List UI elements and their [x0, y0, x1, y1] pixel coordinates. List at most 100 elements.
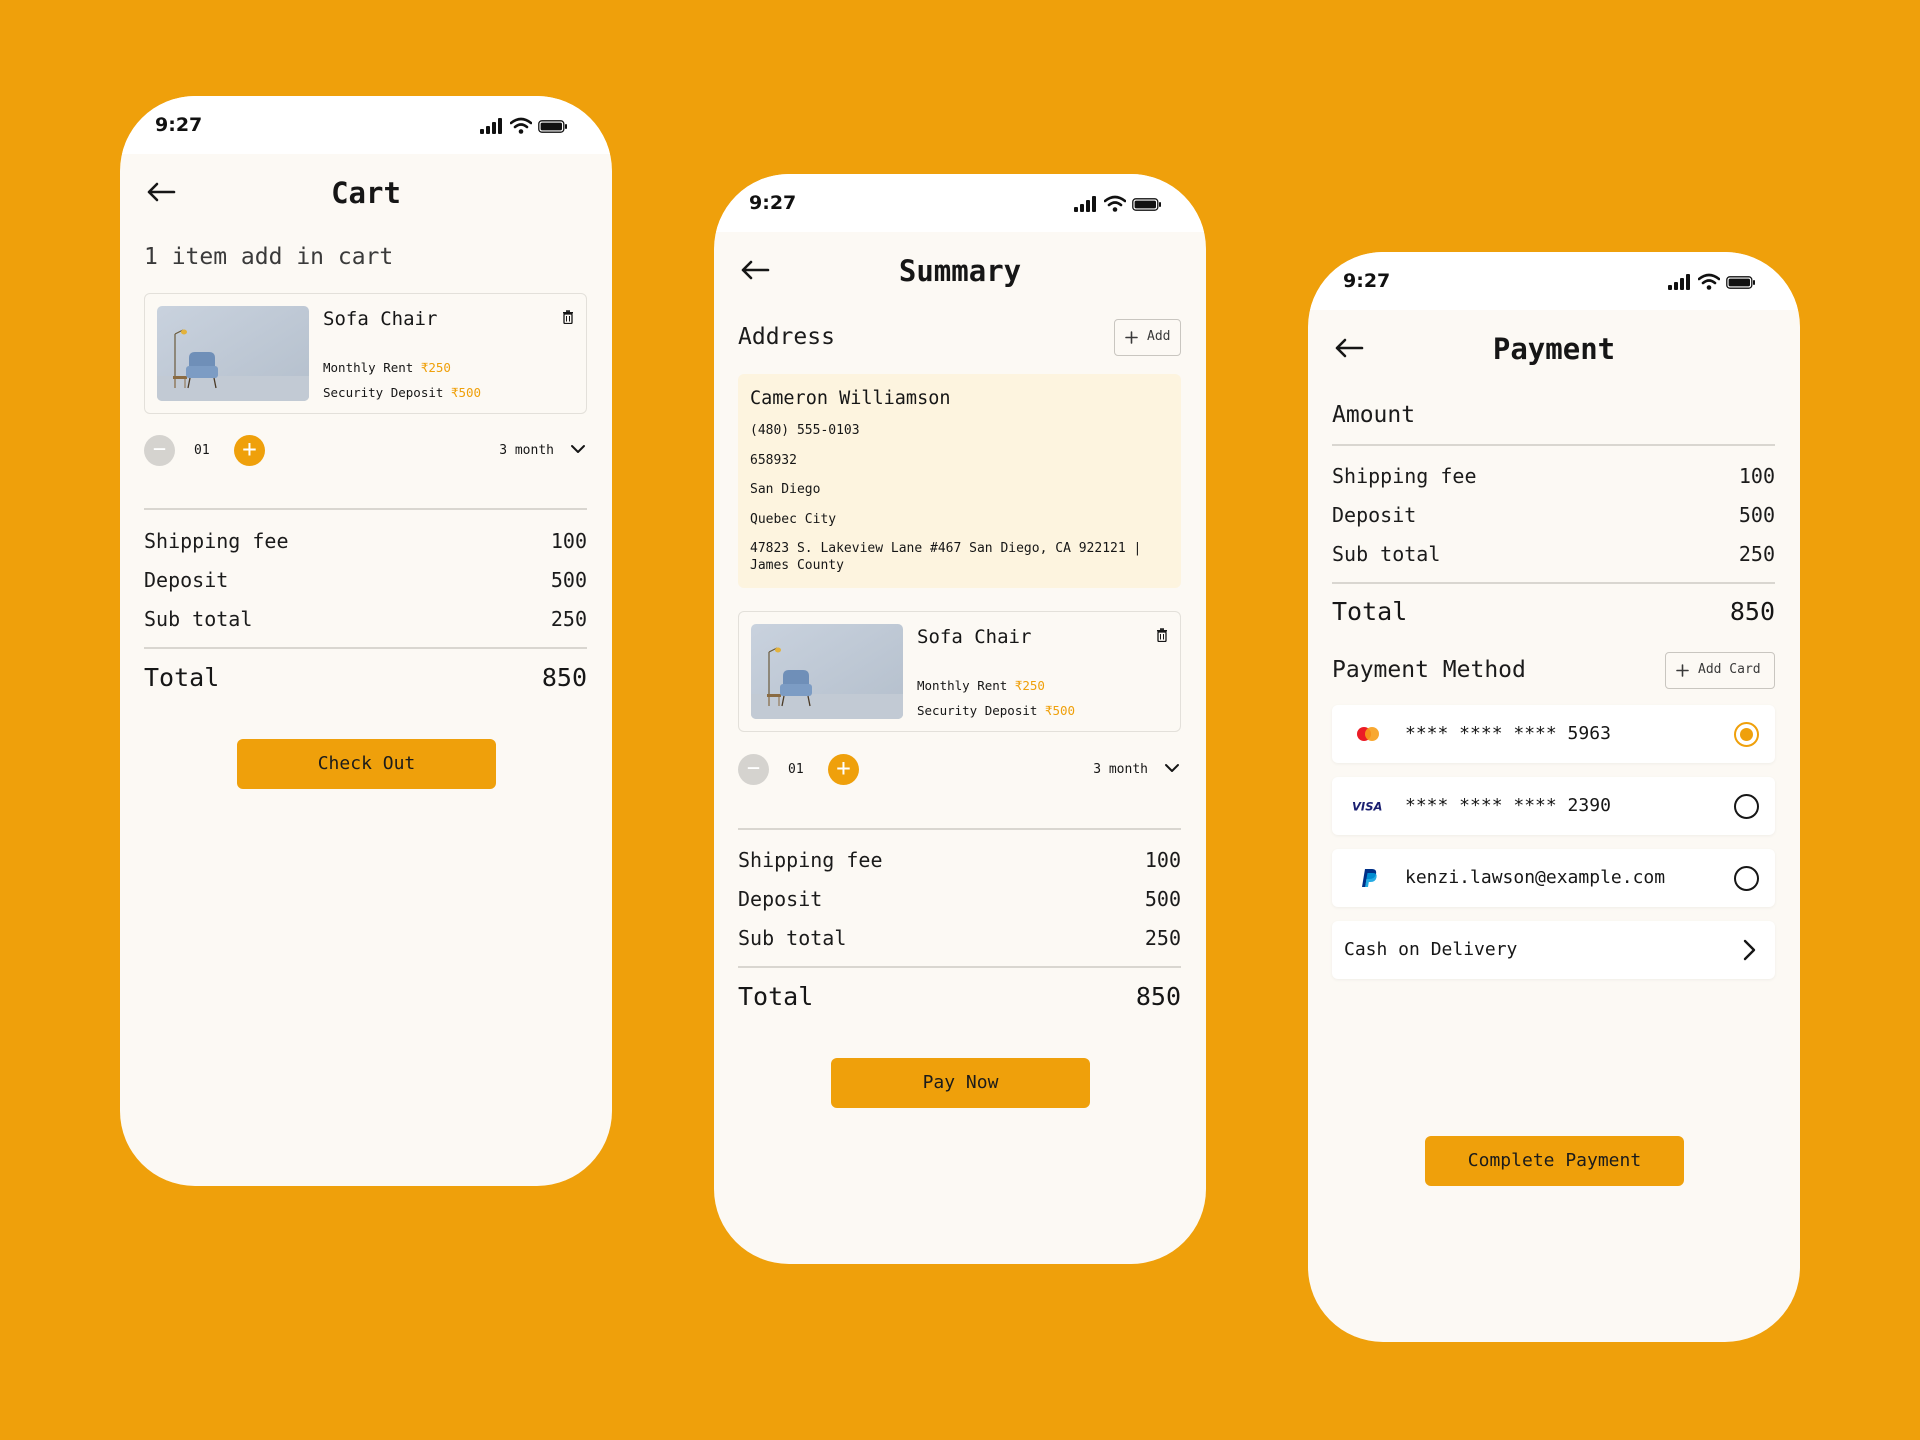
total-label: Total — [738, 982, 814, 1011]
monthly-rent-price: ₹250 — [1014, 678, 1045, 693]
subtotal-value: 250 — [1738, 542, 1775, 566]
signal-icon — [480, 118, 502, 134]
address-region: Quebec City — [750, 512, 837, 527]
amount-heading: Amount — [1332, 402, 1416, 428]
add-address-button[interactable]: Add — [1114, 319, 1181, 356]
battery-icon — [1132, 198, 1161, 211]
total-value: 850 — [1729, 597, 1775, 626]
address-full: 47823 S. Lakeview Lane #467 San Diego, C… — [750, 541, 1142, 573]
status-time: 9:27 — [1343, 270, 1391, 292]
deposit-label: Deposit — [738, 887, 823, 911]
plus-icon — [1125, 331, 1138, 344]
product-image — [751, 624, 903, 719]
visa-icon: VISA — [1352, 799, 1383, 813]
product-name: Sofa Chair — [917, 626, 1032, 648]
duration-select[interactable]: 3 month — [430, 436, 590, 466]
status-icons — [1074, 195, 1174, 212]
mastercard-icon — [1357, 727, 1379, 741]
decrease-quantity-button[interactable]: − — [738, 754, 769, 785]
battery-icon — [538, 120, 567, 133]
plus-icon — [1676, 664, 1689, 677]
address-heading: Address — [738, 324, 835, 350]
duration-value: 3 month — [1093, 762, 1148, 777]
card-number: **** **** **** 2390 — [1405, 795, 1611, 816]
payment-screen: 9:27 Payment Amount Shipping fee 100 Dep… — [1308, 252, 1800, 1342]
total-label: Total — [1332, 597, 1408, 626]
payment-option-mastercard[interactable]: **** **** **** 5963 — [1332, 705, 1775, 763]
monthly-rent-price: ₹250 — [420, 360, 451, 375]
product-card[interactable]: Sofa Chair Monthly Rent ₹250 Security De… — [738, 611, 1181, 732]
security-deposit: Security Deposit ₹500 — [323, 385, 482, 400]
shipping-fee-label: Shipping fee — [1332, 464, 1477, 488]
signal-icon — [1074, 196, 1096, 212]
deposit-value: 500 — [1738, 503, 1775, 527]
increase-quantity-button[interactable]: + — [828, 754, 859, 785]
divider — [1332, 444, 1775, 446]
shipping-fee-label: Shipping fee — [144, 529, 289, 553]
divider — [1332, 582, 1775, 584]
status-icons — [1668, 273, 1768, 290]
wifi-icon — [510, 117, 532, 134]
address-phone: (480) 555-0103 — [750, 423, 860, 438]
total-value: 850 — [541, 663, 587, 692]
divider — [144, 647, 587, 649]
payment-option-visa[interactable]: VISA **** **** **** 2390 — [1332, 777, 1775, 835]
security-deposit: Security Deposit ₹500 — [917, 703, 1076, 718]
deposit-label: Deposit — [1332, 503, 1417, 527]
radio-unselected[interactable] — [1734, 794, 1759, 819]
duration-value: 3 month — [499, 443, 554, 458]
paypal-icon — [1362, 869, 1377, 887]
shipping-fee-value: 100 — [1738, 464, 1775, 488]
status-icons — [480, 117, 580, 134]
chevron-down-icon — [1165, 764, 1179, 772]
deposit-value: 500 — [1144, 887, 1181, 911]
product-card[interactable]: Sofa Chair Monthly Rent ₹250 Security De… — [144, 293, 587, 414]
sofa-chair-image — [751, 624, 903, 719]
duration-select[interactable]: 3 month — [1024, 755, 1184, 785]
chevron-down-icon — [571, 445, 585, 453]
total-label: Total — [144, 663, 220, 692]
chevron-right-icon — [1743, 939, 1756, 961]
subtotal-value: 250 — [1144, 926, 1181, 950]
add-card-label: Add Card — [1698, 662, 1761, 677]
complete-payment-button[interactable]: Complete Payment — [1425, 1136, 1684, 1186]
summary-screen: 9:27 Summary Address Add Cameron William… — [714, 174, 1206, 1264]
status-time: 9:27 — [155, 114, 203, 136]
increase-quantity-button[interactable]: + — [234, 435, 265, 466]
cash-on-delivery-label: Cash on Delivery — [1344, 939, 1518, 960]
payment-option-paypal[interactable]: kenzi.lawson@example.com — [1332, 849, 1775, 907]
add-address-label: Add — [1147, 329, 1171, 344]
deposit-label: Deposit — [144, 568, 229, 592]
shipping-fee-value: 100 — [550, 529, 587, 553]
address-name: Cameron Williamson — [750, 388, 951, 409]
subtotal-label: Sub total — [738, 926, 847, 950]
page-title: Summary — [898, 254, 1022, 288]
page-title: Payment — [1492, 332, 1616, 366]
radio-selected[interactable] — [1734, 722, 1759, 747]
page-title: Cart — [331, 176, 401, 210]
battery-icon — [1726, 276, 1755, 289]
sofa-chair-image — [157, 306, 309, 401]
cart-screen: 9:27 Cart 1 item add in cart Sofa Chair … — [120, 96, 612, 1186]
signal-icon — [1668, 274, 1690, 290]
address-city: San Diego — [750, 482, 821, 497]
add-card-button[interactable]: Add Card — [1665, 652, 1775, 689]
monthly-rent: Monthly Rent ₹250 — [323, 360, 451, 375]
total-value: 850 — [1135, 982, 1181, 1011]
decrease-quantity-button[interactable]: − — [144, 435, 175, 466]
security-deposit-price: ₹500 — [450, 385, 482, 400]
radio-unselected[interactable] — [1734, 866, 1759, 891]
shipping-fee-label: Shipping fee — [738, 848, 883, 872]
pay-now-button[interactable]: Pay Now — [831, 1058, 1090, 1108]
cash-on-delivery-option[interactable]: Cash on Delivery — [1332, 921, 1775, 979]
quantity-value: 01 — [788, 762, 804, 777]
address-card[interactable]: Cameron Williamson (480) 555-0103 658932… — [738, 374, 1181, 588]
svg-text:VISA: VISA — [1352, 799, 1383, 813]
divider — [144, 508, 587, 510]
trash-icon[interactable] — [562, 310, 574, 324]
checkout-button[interactable]: Check Out — [237, 739, 496, 789]
product-image — [157, 306, 309, 401]
subtotal-label: Sub total — [1332, 542, 1441, 566]
quantity-value: 01 — [194, 443, 210, 458]
trash-icon[interactable] — [1156, 628, 1168, 642]
